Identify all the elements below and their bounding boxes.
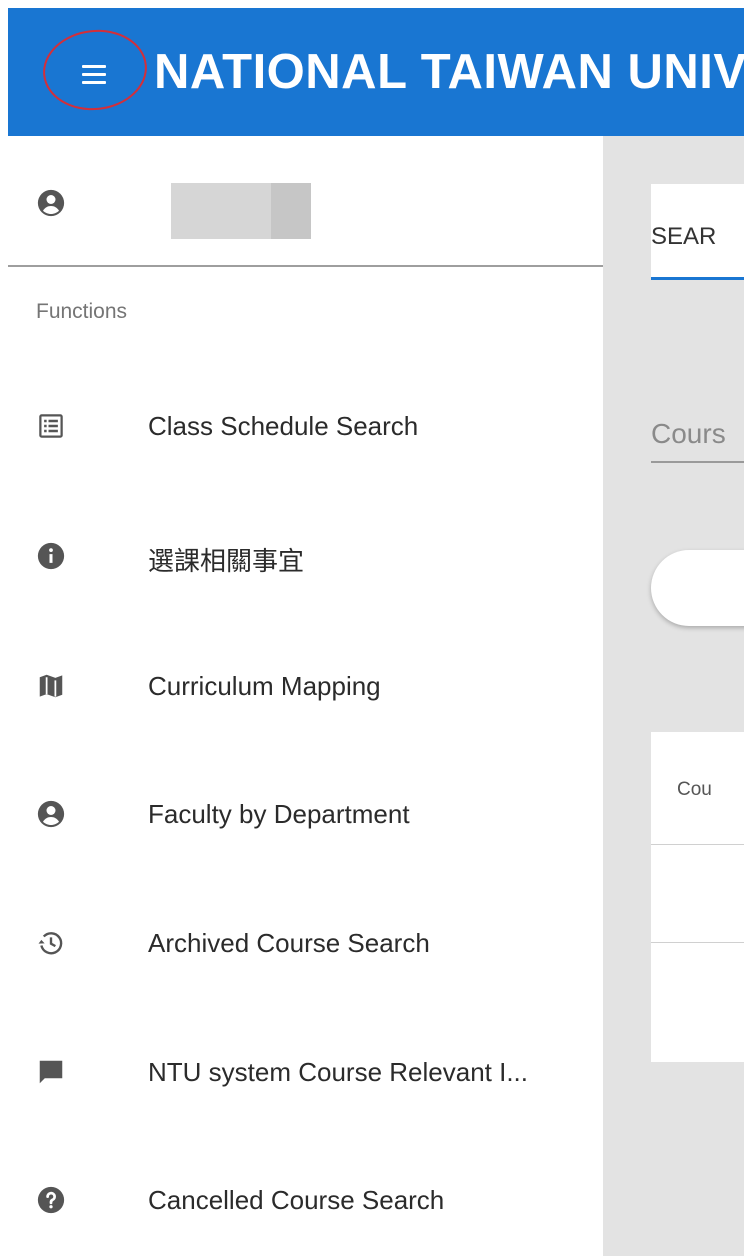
nav-item-label: NTU system Course Relevant I... [148, 1057, 528, 1087]
app-title: NATIONAL TAIWAN UNIVERSITY [154, 45, 744, 99]
navigation-drawer: Functions Class Schedule Search 選課相關事宜 C… [8, 136, 603, 1256]
nav-item-curriculum-mapping[interactable]: Curriculum Mapping [8, 636, 603, 746]
table-divider [651, 942, 744, 943]
search-button[interactable] [651, 550, 744, 626]
nav-item-faculty-by-department[interactable]: Faculty by Department [8, 764, 603, 874]
history-icon [38, 932, 63, 955]
account-circle-icon [37, 189, 65, 217]
help-icon [37, 1186, 65, 1214]
list-box-icon [39, 414, 63, 438]
nav-item-ntu-system-course-relevant[interactable]: NTU system Course Relevant I... [8, 1022, 603, 1132]
nav-item-class-schedule-search[interactable]: Class Schedule Search [8, 376, 603, 486]
redacted-user-name [171, 183, 311, 239]
tab-indicator [651, 277, 744, 280]
account-circle-icon [37, 800, 65, 828]
nav-item-label: Class Schedule Search [148, 411, 419, 441]
info-icon [37, 542, 65, 570]
nav-item-label: Curriculum Mapping [148, 671, 381, 701]
map-icon [39, 674, 63, 698]
nav-item-label: Cancelled Course Search [148, 1185, 445, 1215]
nav-item-archived-course-search[interactable]: Archived Course Search [8, 893, 603, 1003]
table-divider [651, 844, 744, 845]
course-field-label[interactable]: Cours [651, 418, 726, 450]
nav-item-course-selection-info[interactable]: 選課相關事宜 [8, 506, 603, 616]
user-account-row[interactable] [8, 136, 603, 267]
section-label-functions: Functions [36, 300, 128, 323]
nav-item-label: Archived Course Search [148, 928, 430, 958]
nav-item-cancelled-course-search[interactable]: Cancelled Course Search [8, 1150, 603, 1256]
nav-item-label: Faculty by Department [148, 799, 410, 829]
table-header-course: Cou [677, 779, 712, 800]
main-content: SEAR Cours Cou [603, 136, 744, 1256]
nav-item-label: 選課相關事宜 [148, 546, 305, 576]
course-field-underline [651, 461, 744, 463]
chat-bubble-icon [39, 1060, 63, 1084]
tab-search[interactable]: SEAR [651, 223, 716, 251]
